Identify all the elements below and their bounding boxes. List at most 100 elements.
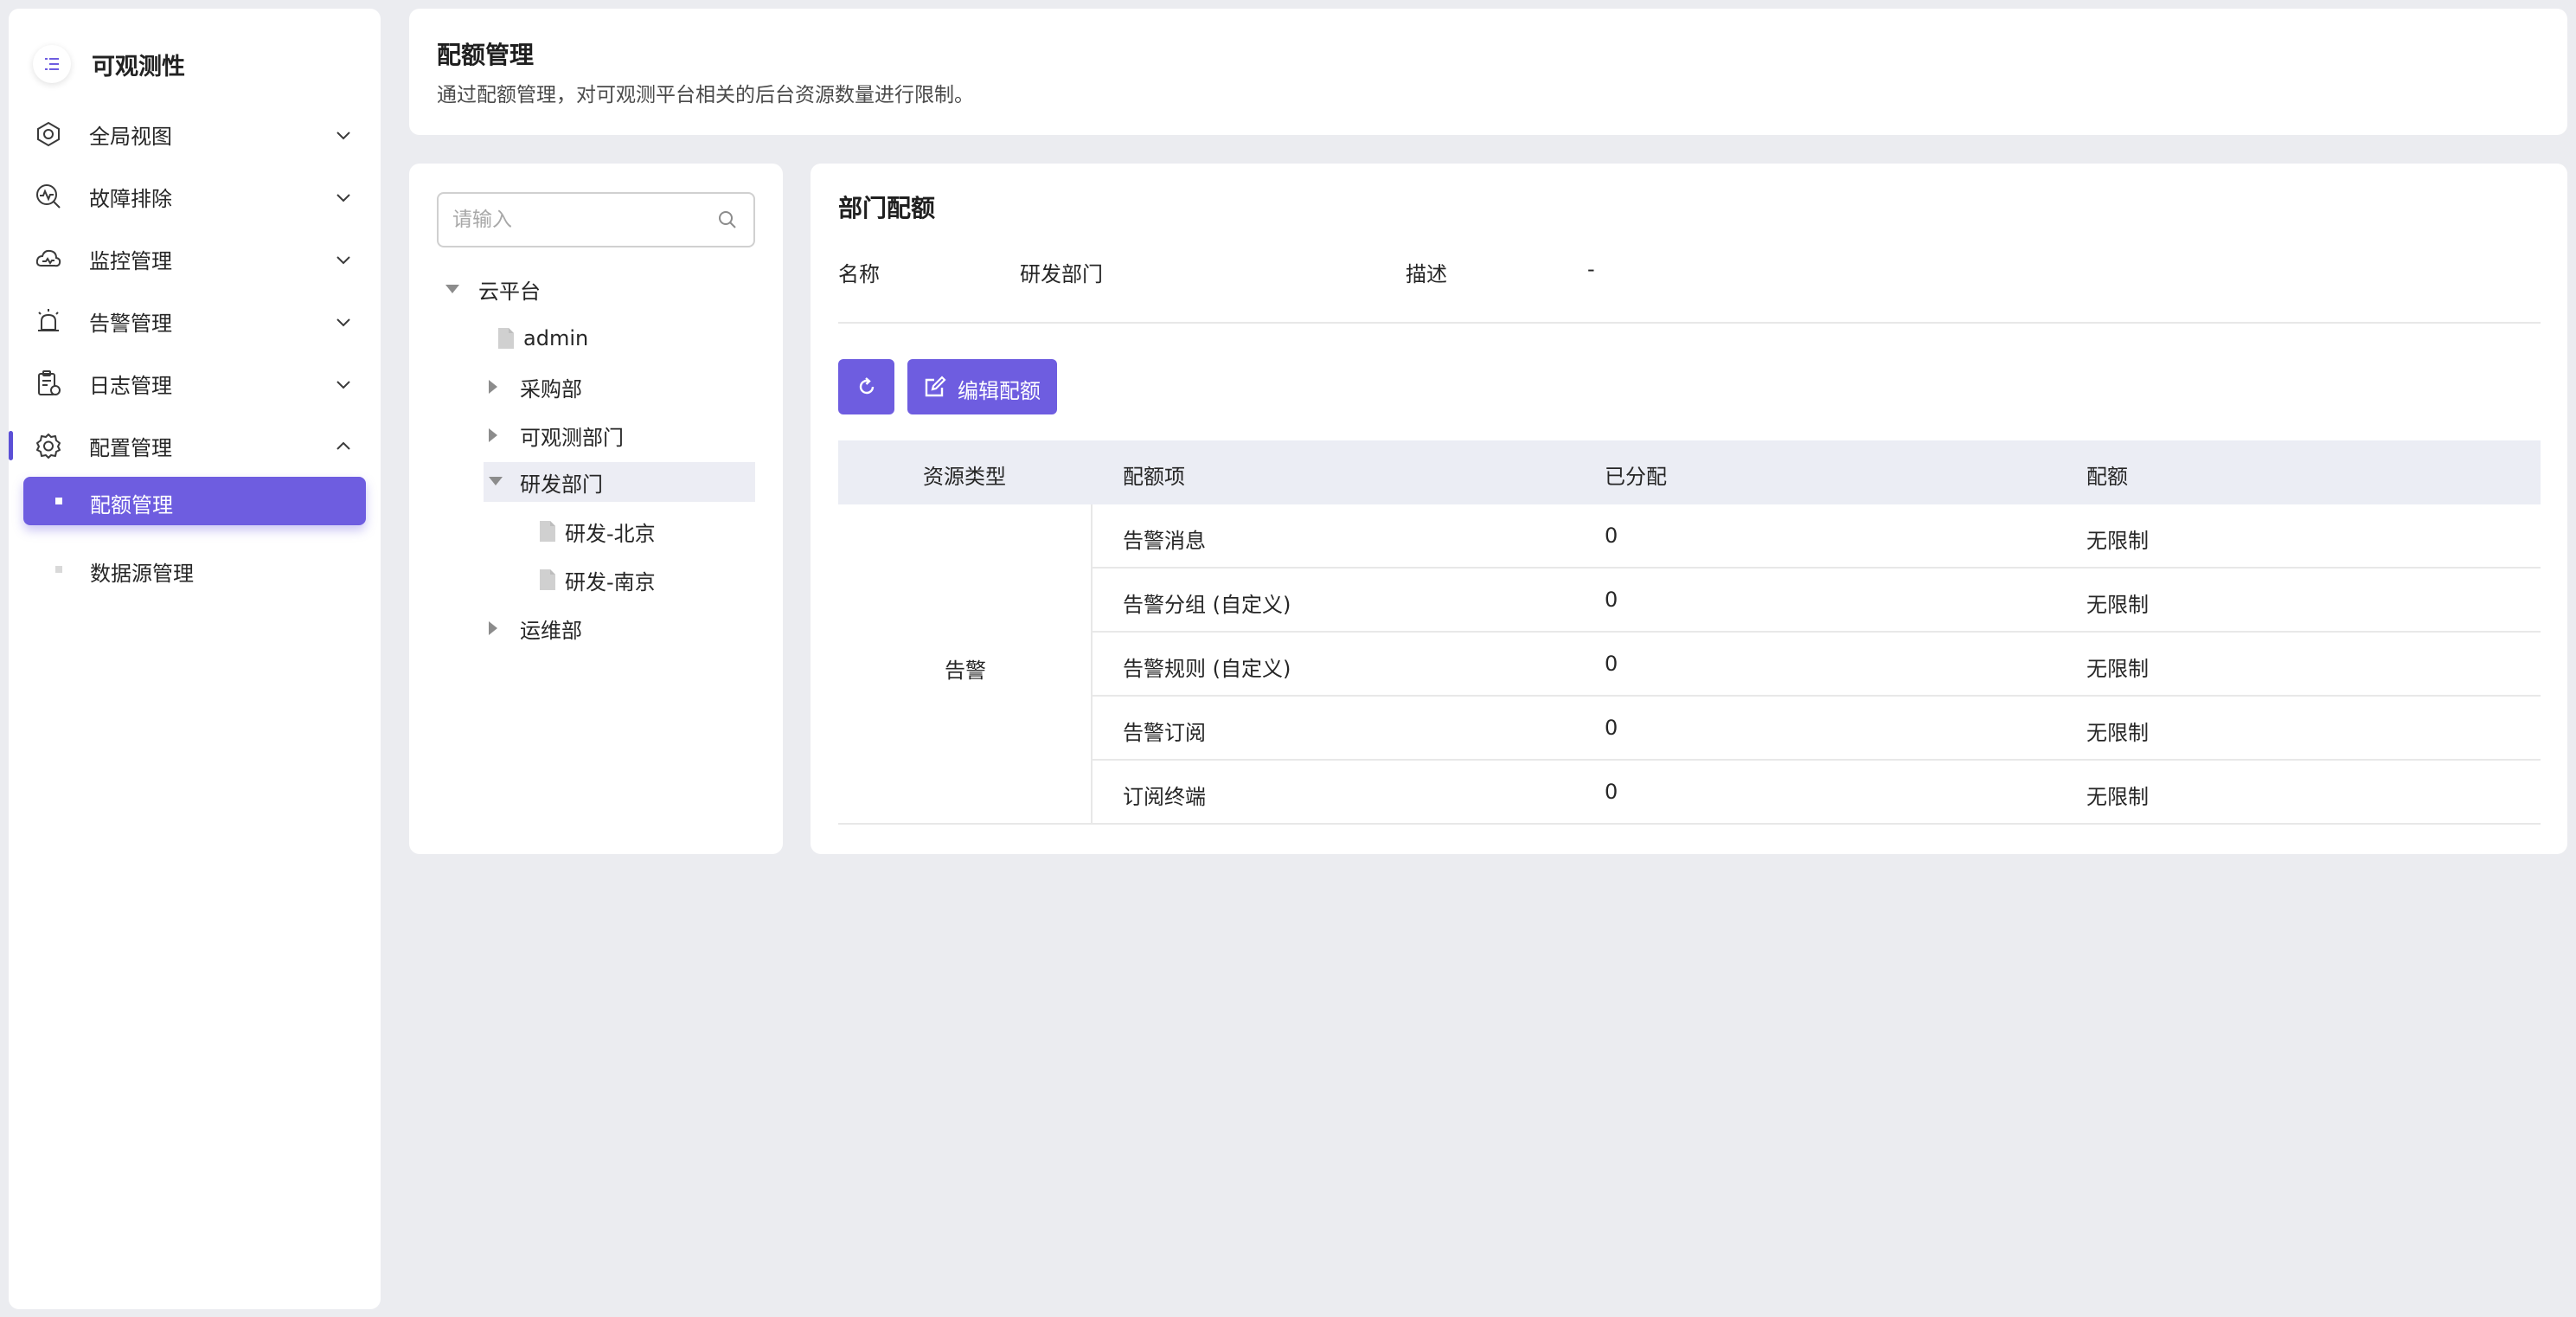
brand: 可观测性: [33, 42, 185, 87]
quota-item: 告警订阅: [1123, 721, 1206, 745]
sidebar-subitem-quota[interactable]: 配额管理: [23, 477, 366, 525]
name-value: 研发部门: [1020, 262, 1103, 286]
cloud-monitor-icon: [35, 249, 61, 267]
column-header: 配额: [2086, 465, 2128, 489]
caret-right-icon[interactable]: [489, 621, 497, 635]
tree-search-input[interactable]: [452, 204, 712, 235]
hexagon-icon: [37, 121, 60, 147]
tree-node-label: 研发-北京: [565, 521, 656, 546]
table-row: 告警规则 (自定义) 0 无限制: [1093, 633, 2541, 697]
chevron-down-icon: [336, 256, 350, 265]
caret-right-icon[interactable]: [489, 428, 497, 442]
chevron-down-icon: [336, 132, 350, 140]
nav-item-alarm[interactable]: 告警管理: [9, 290, 381, 352]
file-icon: [540, 521, 555, 542]
tree-node-observability-dept[interactable]: 可观测部门: [437, 415, 755, 455]
name-label: 名称: [838, 262, 880, 286]
menu-toggle-icon[interactable]: [33, 45, 71, 83]
chevron-down-icon: [336, 194, 350, 202]
gear-icon: [36, 434, 61, 459]
tree-node-purchasing[interactable]: 采购部: [437, 367, 755, 407]
nav-item-global-view[interactable]: 全局视图: [9, 103, 381, 165]
bullet-icon: [55, 566, 62, 573]
caret-down-icon[interactable]: [445, 285, 459, 293]
refresh-icon: [859, 377, 874, 395]
allocated-value: 0: [1605, 524, 1618, 548]
page-title: 配额管理: [437, 41, 535, 69]
caret-down-icon[interactable]: [489, 477, 503, 485]
sidebar-subitem-label: 数据源管理: [90, 562, 194, 586]
search-icon[interactable]: [715, 208, 740, 232]
tree-node-admin[interactable]: admin: [437, 318, 755, 358]
table-row: 订阅终端 0 无限制: [1093, 761, 2541, 825]
quota-value: 无限制: [2086, 721, 2149, 745]
tree-node-label: 研发-南京: [565, 569, 656, 594]
file-icon: [498, 328, 514, 349]
tree-node-ops[interactable]: 运维部: [437, 608, 755, 648]
nav-item-config[interactable]: 配置管理: [9, 414, 381, 477]
tree-node-label: admin: [523, 326, 589, 350]
pulse-search-icon: [36, 184, 61, 209]
chevron-up-icon: [336, 441, 350, 450]
allocated-value: 0: [1605, 588, 1618, 612]
column-header: 资源类型: [923, 465, 1006, 489]
column-header: 配额项: [1123, 465, 1185, 489]
department-quota-panel: 部门配额 名称 研发部门 描述 - 编辑配额 资源类型 配额项 已分配 配额 告…: [811, 164, 2567, 854]
quota-item: 告警规则 (自定义): [1123, 657, 1291, 681]
edit-icon: [925, 376, 946, 397]
app-title: 可观测性: [92, 53, 185, 80]
page-header: 配额管理 通过配额管理，对可观测平台相关的后台资源数量进行限制。: [409, 9, 2567, 135]
nav-item-label: 日志管理: [89, 373, 172, 398]
nav-item-label: 告警管理: [89, 311, 172, 336]
quota-value: 无限制: [2086, 785, 2149, 809]
tree-node-label: 可观测部门: [520, 425, 624, 450]
table-row: 告警分组 (自定义) 0 无限制: [1093, 569, 2541, 633]
caret-right-icon[interactable]: [489, 380, 497, 394]
nav-item-label: 全局视图: [89, 124, 172, 149]
nav-item-label: 监控管理: [89, 248, 172, 273]
nav-item-monitoring[interactable]: 监控管理: [9, 228, 381, 290]
nav-item-troubleshooting[interactable]: 故障排除: [9, 165, 381, 228]
edit-quota-button[interactable]: 编辑配额: [907, 359, 1057, 414]
tree-node-rd-nanjing[interactable]: 研发-南京: [437, 560, 755, 600]
file-icon: [540, 569, 555, 590]
bullet-icon: [55, 498, 62, 504]
table-row: 告警订阅 0 无限制: [1093, 697, 2541, 761]
tree-node-label: 采购部: [520, 376, 582, 402]
tree-node-label: 云平台: [478, 279, 541, 304]
table-row: 告警消息 0 无限制: [1093, 504, 2541, 569]
resource-type-cell: 告警: [838, 504, 1093, 825]
refresh-button[interactable]: [838, 359, 894, 414]
nav-item-label: 故障排除: [89, 186, 172, 211]
chevron-down-icon: [336, 318, 350, 327]
clipboard-icon: [38, 370, 61, 395]
allocated-value: 0: [1605, 652, 1618, 676]
quota-item: 告警分组 (自定义): [1123, 593, 1291, 617]
active-indicator: [9, 431, 13, 460]
sidebar-subitem-label: 配额管理: [90, 493, 173, 517]
alarm-icon: [38, 309, 59, 331]
column-header: 已分配: [1605, 465, 1667, 489]
quota-value: 无限制: [2086, 529, 2149, 553]
tree-node-rd-dept[interactable]: 研发部门: [484, 462, 755, 502]
sidebar: 可观测性 全局视图 故障排除 监控管理 告警管理 日志管理 配置管理 配额管理 …: [9, 9, 381, 1309]
tree-search-box[interactable]: [437, 192, 755, 247]
description-value: -: [1587, 257, 1595, 281]
section-title: 部门配额: [838, 194, 936, 222]
chevron-down-icon: [336, 381, 350, 389]
nav-item-label: 配置管理: [89, 435, 172, 460]
quota-item: 订阅终端: [1123, 785, 1206, 809]
tree-node-rd-beijing[interactable]: 研发-北京: [437, 511, 755, 551]
resource-type-value: 告警: [945, 658, 986, 683]
tree-node-label: 运维部: [520, 618, 582, 643]
tree-node-cloud-platform[interactable]: 云平台: [437, 269, 755, 309]
department-tree-panel: 云平台 admin 采购部 可观测部门 研发部门 研发-北京 研发-南: [409, 164, 783, 854]
allocated-value: 0: [1605, 780, 1618, 804]
quota-value: 无限制: [2086, 657, 2149, 681]
description-label: 描述: [1406, 262, 1447, 286]
nav-item-logs[interactable]: 日志管理: [9, 352, 381, 414]
table-header: 资源类型 配额项 已分配 配额: [838, 440, 2541, 504]
quota-value: 无限制: [2086, 593, 2149, 617]
page-description: 通过配额管理，对可观测平台相关的后台资源数量进行限制。: [437, 84, 974, 106]
sidebar-subitem-datasource[interactable]: 数据源管理: [23, 545, 366, 594]
